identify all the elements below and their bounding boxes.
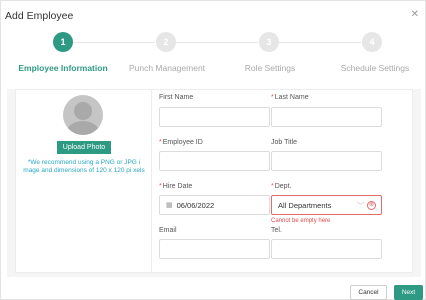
job-title-label: Job Title: [271, 139, 298, 146]
upload-photo-button[interactable]: Upload Photo: [57, 141, 111, 154]
step-4-label[interactable]: Schedule Settings: [341, 63, 410, 73]
next-button[interactable]: Next: [394, 285, 423, 300]
tel-label: Tel.: [271, 227, 282, 234]
calendar-icon: ▦: [166, 202, 173, 209]
email-input[interactable]: [159, 239, 270, 259]
last-name-label: *Last Name: [271, 94, 309, 101]
add-employee-dialog: Add Employee ✕ 1 2 3 4 Employee Informat…: [0, 0, 426, 300]
hire-date-label: *Hire Date: [159, 183, 193, 190]
step-progress: 1 2 3 4 Employee Information Punch Manag…: [1, 31, 426, 79]
cancel-button[interactable]: Cancel: [350, 285, 387, 300]
panel-divider: [151, 89, 152, 273]
step-4-indicator[interactable]: 4: [362, 32, 382, 52]
dialog-title: Add Employee: [5, 10, 74, 22]
step-connector: [279, 42, 361, 43]
employee-id-input[interactable]: [159, 151, 270, 171]
last-name-input[interactable]: [271, 107, 382, 127]
employee-id-label: *Employee ID: [159, 139, 203, 146]
step-connector: [73, 42, 155, 43]
dept-select[interactable]: All Departments ﹀ ⊗: [271, 195, 382, 215]
photo-hint: *We recommend using a PNG or JPG i mage …: [23, 159, 145, 174]
first-name-input[interactable]: [159, 107, 270, 127]
hire-date-input[interactable]: ▦ 06/06/2022: [159, 195, 270, 215]
avatar-placeholder: [63, 95, 103, 135]
step-1-indicator[interactable]: 1: [53, 32, 73, 52]
first-name-label: First Name: [159, 94, 194, 101]
tel-input[interactable]: [271, 239, 382, 259]
close-icon[interactable]: ✕: [411, 10, 419, 20]
person-body-icon: [67, 121, 99, 135]
dept-select-value: All Departments: [278, 200, 332, 210]
step-3-label[interactable]: Role Settings: [245, 63, 296, 73]
chevron-down-icon: ﹀: [357, 203, 364, 210]
dept-label: *Dept.: [271, 183, 292, 190]
hire-date-value: 06/06/2022: [176, 200, 215, 210]
step-2-label[interactable]: Punch Management: [129, 63, 205, 73]
error-icon: ⊗: [367, 201, 376, 210]
step-connector: [176, 42, 258, 43]
person-icon: [74, 102, 92, 120]
step-3-indicator[interactable]: 3: [259, 32, 279, 52]
email-label: Email: [159, 227, 177, 234]
job-title-input[interactable]: [271, 151, 382, 171]
step-1-label[interactable]: Employee Information: [18, 63, 107, 73]
step-2-indicator[interactable]: 2: [156, 32, 176, 52]
dept-error-message: Cannot be empty here: [271, 218, 331, 224]
